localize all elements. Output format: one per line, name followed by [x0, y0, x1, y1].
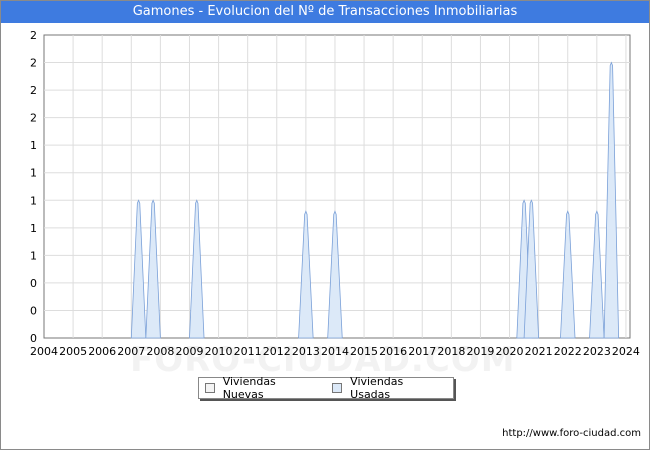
y-tick-label: 2	[30, 112, 37, 125]
legend-label-usadas: Viviendas Usadas	[350, 375, 404, 401]
x-tick-label: 2019	[466, 345, 494, 358]
x-tick-label: 2017	[408, 345, 436, 358]
y-tick-label: 0	[30, 277, 37, 290]
x-tick-label: 2006	[88, 345, 116, 358]
legend-item-nuevas: Viviendas Nuevas	[205, 375, 316, 401]
x-tick-label: 2008	[146, 345, 174, 358]
x-tick-label: 2007	[117, 345, 145, 358]
x-tick-label: 2009	[175, 345, 203, 358]
y-tick-label: 1	[30, 194, 37, 207]
y-tick-label: 0	[30, 304, 37, 317]
x-tick-label: 2013	[292, 345, 320, 358]
legend-label-nuevas: Viviendas Nuevas	[222, 375, 276, 401]
legend-swatch-nuevas	[205, 383, 215, 393]
x-tick-label: 2021	[525, 345, 553, 358]
x-tick-label: 2024	[612, 345, 640, 358]
x-tick-label: 2010	[205, 345, 233, 358]
y-tick-label: 1	[30, 222, 37, 235]
x-tick-label: 2018	[437, 345, 465, 358]
x-tick-label: 2011	[234, 345, 262, 358]
x-tick-label: 2015	[350, 345, 378, 358]
y-tick-label: 1	[30, 139, 37, 152]
y-tick-label: 2	[30, 29, 37, 42]
legend: Viviendas Nuevas Viviendas Usadas	[198, 375, 454, 401]
x-tick-labels: 2004 2005 2006 2007 2008 2009 2010 2011 2012 2013…	[30, 345, 640, 358]
x-tick-label: 2004	[30, 345, 58, 358]
x-tick-label: 2016	[379, 345, 407, 358]
footer-url: http://www.foro-ciudad.com	[502, 428, 641, 439]
x-tick-label: 2020	[496, 345, 524, 358]
y-tick-label: 0	[30, 332, 37, 345]
y-tick-labels: 0 0 0 1 1 1 1 1 2 2 2 2	[30, 29, 37, 345]
x-tick-label: 2022	[554, 345, 582, 358]
x-tick-label: 2012	[263, 345, 291, 358]
y-tick-label: 2	[30, 84, 37, 97]
legend-swatch-usadas	[332, 383, 343, 393]
x-tick-label: 2005	[59, 345, 87, 358]
y-tick-label: 1	[30, 249, 37, 262]
y-tick-label: 1	[30, 167, 37, 180]
legend-item-usadas: Viviendas Usadas	[332, 375, 443, 401]
x-tick-label: 2023	[583, 345, 611, 358]
y-tick-label: 2	[30, 57, 37, 70]
x-tick-label: 2014	[321, 345, 349, 358]
